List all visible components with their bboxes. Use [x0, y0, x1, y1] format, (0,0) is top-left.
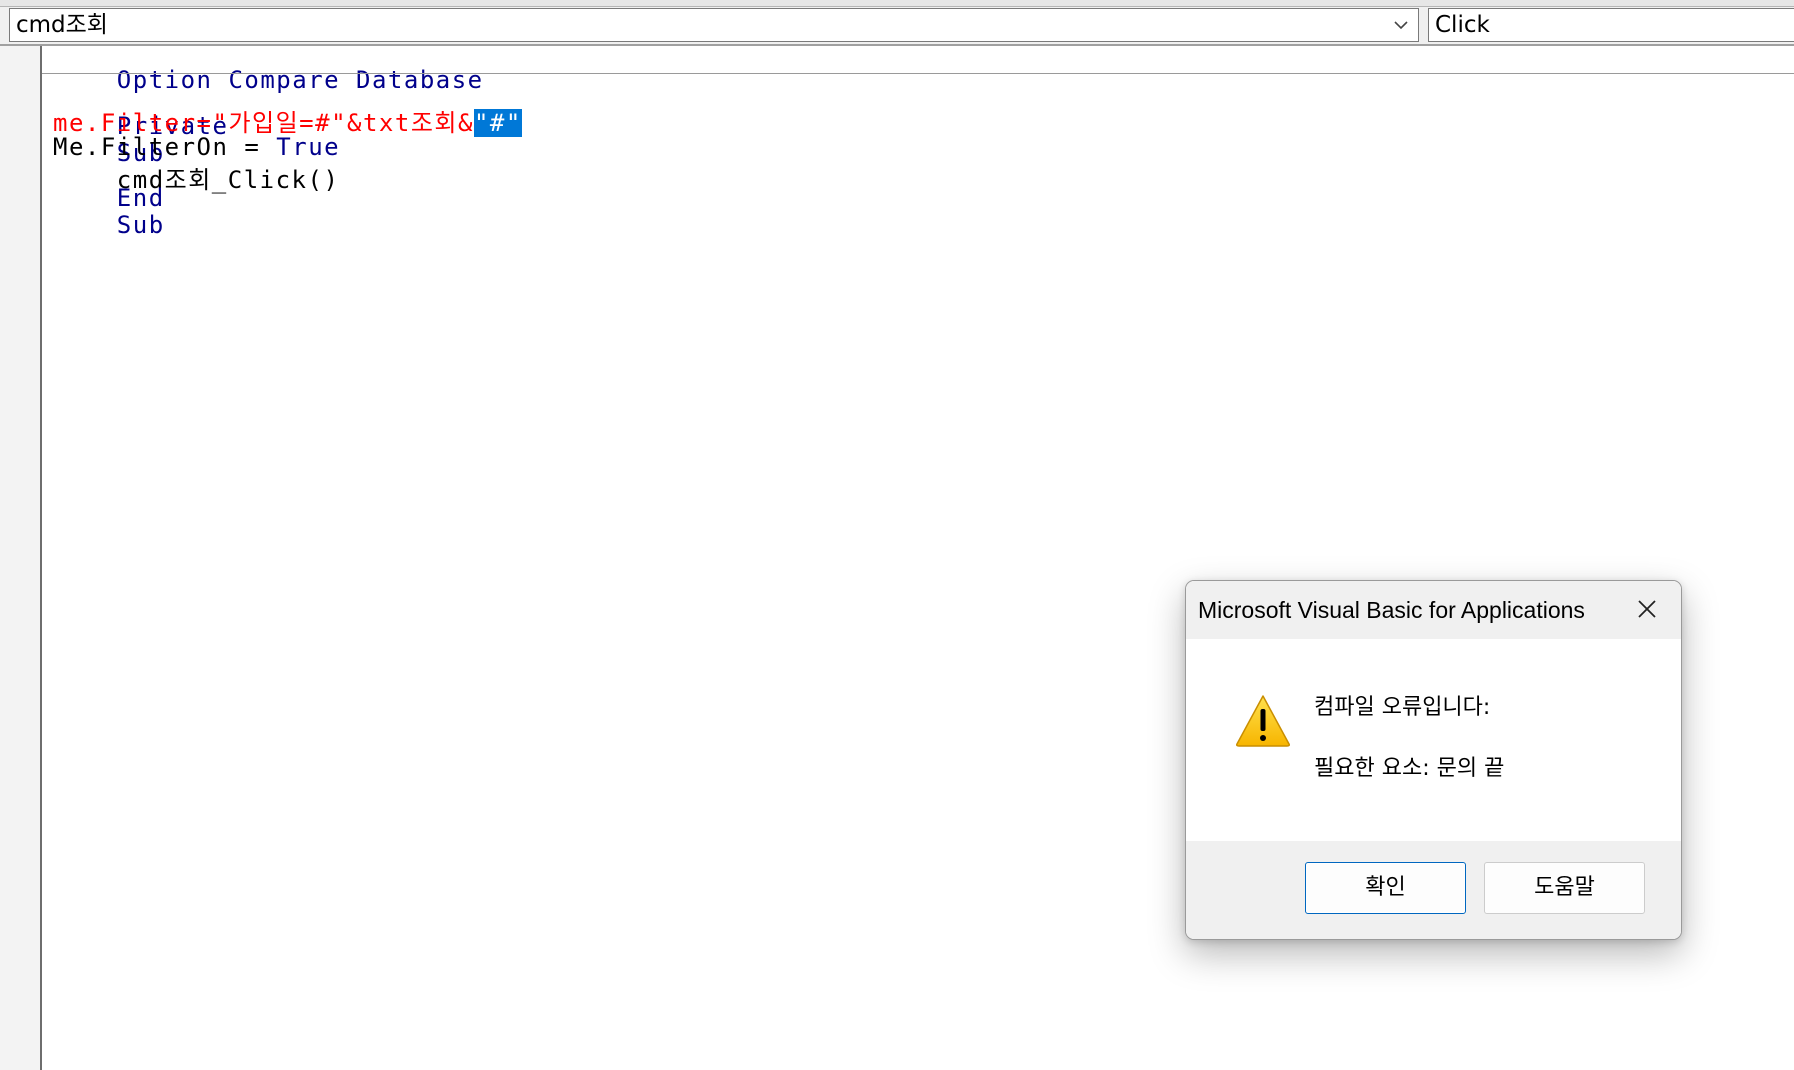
warning-icon — [1236, 695, 1290, 747]
keyword-sub-end: Sub — [116, 211, 165, 239]
keyword-end: End — [116, 184, 165, 212]
ok-button[interactable]: 확인 — [1305, 862, 1466, 914]
declarations-separator — [42, 73, 1794, 74]
code-line-filteron[interactable]: Me.FilterOn = True — [53, 134, 340, 161]
code-line-end-sub[interactable]: End Sub — [53, 158, 165, 239]
margin-indicator-bar[interactable] — [0, 46, 42, 1070]
error-message-title: 컴파일 오류입니다: — [1314, 695, 1491, 720]
help-button[interactable]: 도움말 — [1484, 862, 1645, 914]
dialog-body: 컴파일 오류입니다: 필요한 요소: 문의 끝 — [1186, 639, 1681, 841]
object-dropdown[interactable]: cmd조회 — [9, 8, 1419, 42]
compile-error-dialog: Microsoft Visual Basic for Applications … — [1185, 580, 1682, 940]
filteron-statement: Me.FilterOn = — [53, 133, 277, 161]
selected-error-token: "#" — [473, 109, 522, 137]
chevron-down-icon[interactable] — [1392, 17, 1410, 33]
keyword-true: True — [276, 133, 341, 161]
object-dropdown-value: cmd조회 — [16, 12, 108, 38]
code-line-option-compare[interactable]: Option Compare Database — [53, 40, 484, 94]
dialog-button-area: 확인 도움말 — [1186, 841, 1681, 939]
window-top-edge — [0, 0, 1794, 7]
dialog-title-bar[interactable]: Microsoft Visual Basic for Applications — [1186, 581, 1681, 639]
error-message-detail: 필요한 요소: 문의 끝 — [1314, 756, 1505, 781]
close-icon[interactable] — [1633, 595, 1661, 623]
procedure-dropdown[interactable]: Click — [1428, 8, 1794, 42]
dialog-title: Microsoft Visual Basic for Applications — [1198, 597, 1585, 623]
procedure-dropdown-value: Click — [1435, 12, 1490, 38]
